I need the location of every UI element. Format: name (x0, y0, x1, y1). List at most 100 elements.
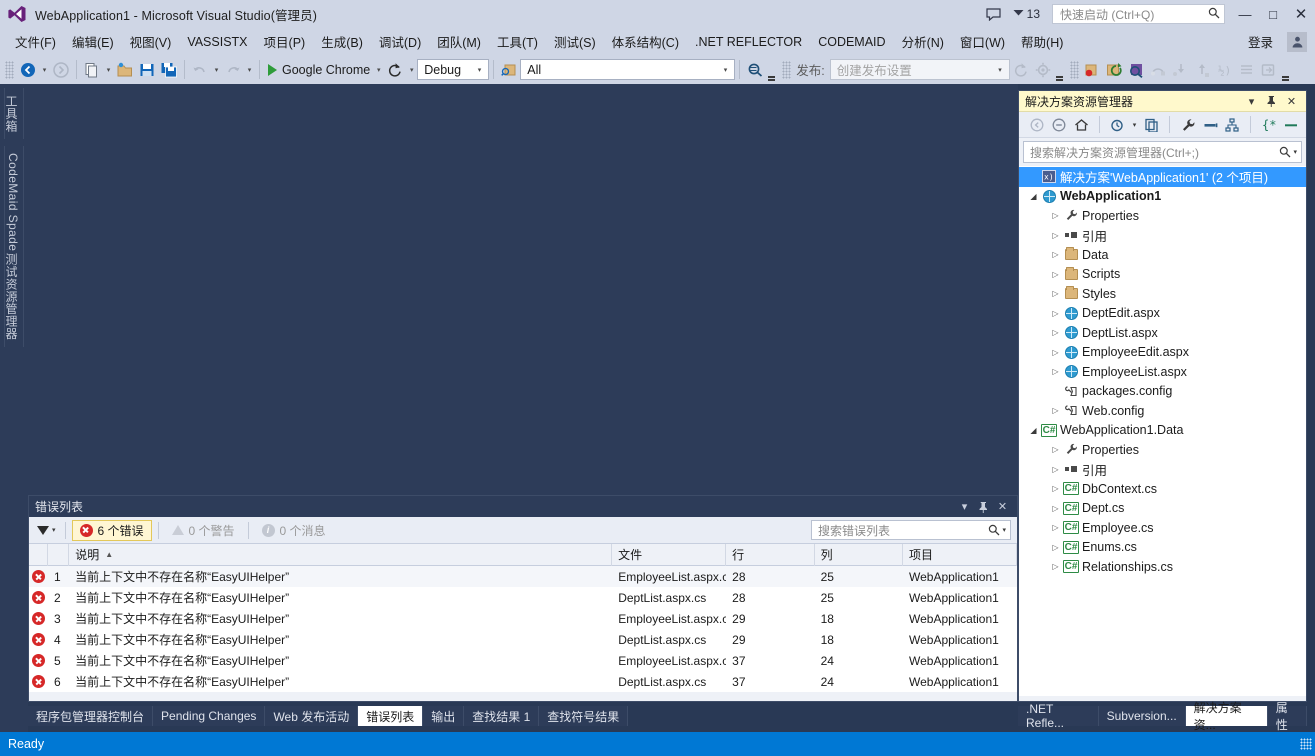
find-in-files-icon[interactable] (498, 59, 520, 81)
menu-item-analyze[interactable]: 分析(N) (894, 29, 952, 54)
tree-item-dept-cs[interactable]: ▷ C# Dept.cs (1019, 499, 1306, 519)
column-header-description[interactable]: 说明 ▲ (69, 543, 613, 566)
error-list-search-input[interactable]: 搜索错误列表 ▾ (811, 520, 1011, 540)
sign-in-button[interactable]: 登录 (1234, 32, 1287, 51)
column-header-line[interactable]: 行 (726, 543, 815, 566)
menu-item-architecture[interactable]: 体系结构(C) (604, 29, 687, 54)
sidebar-tab-test-explorer[interactable]: 测试资源管理器 (4, 246, 24, 347)
tree-twisty-collapsed[interactable]: ▷ (1049, 504, 1062, 513)
menu-item-help[interactable]: 帮助(H) (1013, 29, 1071, 54)
show-all-files-icon[interactable] (1200, 115, 1220, 135)
close-icon[interactable]: ✕ (1283, 93, 1300, 110)
tree-twisty-collapsed[interactable]: ▷ (1049, 289, 1062, 298)
quick-launch-input[interactable]: 快速启动 (Ctrl+Q) (1052, 4, 1225, 24)
tree-item-deptlist-aspx[interactable]: ▷ DeptList.aspx (1019, 323, 1306, 343)
new-project-caret-icon[interactable]: ▾ (103, 66, 114, 74)
restart-icon[interactable] (1104, 59, 1126, 81)
table-row[interactable]: 4 当前上下文中不存在名称“EasyUIHelper” DeptList.asp… (29, 629, 1017, 650)
tab-solution-explorer[interactable]: 解决方案资... (1185, 701, 1268, 732)
account-icon[interactable] (1287, 31, 1307, 52)
view-class-diagram-icon[interactable] (1222, 115, 1242, 135)
solution-configuration-select[interactable]: Debug ▾ (417, 59, 490, 80)
tree-item-styles-folder[interactable]: ▷ Styles (1019, 284, 1306, 304)
tree-item-data-folder[interactable]: ▷ Data (1019, 245, 1306, 265)
column-header-number[interactable] (48, 543, 70, 566)
sidebar-tab-codemaid-spade[interactable]: CodeMaid Spade (4, 146, 24, 259)
find-scope-select[interactable]: All ▾ (520, 59, 736, 80)
properties-wrench-icon[interactable] (1178, 115, 1198, 135)
table-row[interactable]: 5 当前上下文中不存在名称“EasyUIHelper” EmployeeList… (29, 650, 1017, 671)
tree-item-dbcontext-cs[interactable]: ▷ C# DbContext.cs (1019, 479, 1306, 499)
menu-item-dotnet-reflector[interactable]: .NET REFLECTOR (687, 32, 810, 52)
table-row[interactable]: 1 当前上下文中不存在名称“EasyUIHelper” EmployeeList… (29, 566, 1017, 587)
tree-item-employee-cs[interactable]: ▷ C# Employee.cs (1019, 518, 1306, 538)
pending-changes-icon[interactable] (1108, 115, 1128, 135)
start-debugging-button[interactable]: Google Chrome (264, 63, 373, 77)
menu-item-project[interactable]: 项目(P) (256, 29, 314, 54)
table-row[interactable]: 6 当前上下文中不存在名称“EasyUIHelper” DeptList.asp… (29, 671, 1017, 692)
close-icon[interactable]: ✕ (994, 498, 1011, 515)
menu-item-tools[interactable]: 工具(T) (489, 29, 546, 54)
warnings-filter-chip[interactable]: 0 个警告 (165, 520, 242, 541)
tree-twisty-collapsed[interactable]: ▷ (1049, 231, 1062, 240)
preview-selected-items-icon[interactable]: {*} (1259, 115, 1279, 135)
close-button[interactable]: ✕ (1287, 1, 1315, 27)
chevron-down-icon[interactable]: ▾ (956, 498, 973, 515)
tree-twisty-collapsed[interactable]: ▷ (1049, 445, 1062, 454)
open-file-icon[interactable] (114, 59, 136, 81)
tree-item-web-config[interactable]: ▷ Web.config (1019, 401, 1306, 421)
home-icon[interactable] (1071, 115, 1091, 135)
tab-output[interactable]: 输出 (423, 706, 465, 726)
tree-item-deptedit-aspx[interactable]: ▷ DeptEdit.aspx (1019, 304, 1306, 324)
navigate-back-caret-icon[interactable]: ▾ (39, 66, 50, 74)
tree-twisty-collapsed[interactable]: ▷ (1049, 211, 1062, 220)
table-row[interactable]: 3 当前上下文中不存在名称“EasyUIHelper” EmployeeList… (29, 608, 1017, 629)
debug-toolbar-overflow-button[interactable] (1280, 59, 1291, 81)
menu-item-view[interactable]: 视图(V) (122, 29, 180, 54)
tree-item-solution[interactable]: x) 解决方案'WebApplication1' (2 个项目) (1019, 167, 1306, 187)
tree-twisty-collapsed[interactable]: ▷ (1049, 348, 1062, 357)
navigate-back-icon[interactable] (17, 59, 39, 81)
tree-twisty-collapsed[interactable]: ▷ (1049, 406, 1062, 415)
refresh-caret-icon[interactable]: ▾ (406, 66, 417, 74)
tab-properties[interactable]: 属性 (1267, 701, 1308, 732)
tab-find-symbol-results[interactable]: 查找符号结果 (539, 706, 629, 726)
save-icon[interactable] (136, 59, 158, 81)
find-symbol-icon[interactable] (1126, 59, 1148, 81)
debug-toolbar-grip[interactable] (1069, 60, 1079, 79)
tree-twisty-collapsed[interactable]: ▷ (1049, 270, 1062, 279)
tab-pending-changes[interactable]: Pending Changes (153, 706, 266, 726)
toolbar-grip[interactable] (5, 60, 14, 79)
tab-find-results-1[interactable]: 查找结果 1 (464, 706, 540, 726)
pending-changes-caret-icon[interactable]: ▾ (1130, 115, 1139, 135)
menu-item-window[interactable]: 窗口(W) (952, 29, 1013, 54)
tree-twisty-collapsed[interactable]: ▷ (1049, 543, 1062, 552)
tree-twisty-collapsed[interactable]: ▷ (1049, 328, 1062, 337)
tree-item-employeelist-aspx[interactable]: ▷ EmployeeList.aspx (1019, 362, 1306, 382)
menu-item-build[interactable]: 生成(B) (313, 29, 371, 54)
column-header-file[interactable]: 文件 (612, 543, 727, 566)
tree-twisty-expanded[interactable]: ◢ (1027, 426, 1040, 435)
messages-filter-chip[interactable]: i 0 个消息 (255, 520, 333, 541)
tree-twisty-collapsed[interactable]: ▷ (1049, 250, 1062, 259)
resize-grip-icon[interactable] (1300, 738, 1312, 750)
tree-item-properties-web[interactable]: ▷ Properties (1019, 206, 1306, 226)
sidebar-tab-toolbox[interactable]: 工具箱 (4, 88, 24, 140)
tab-error-list[interactable]: 错误列表 (358, 706, 424, 726)
tree-twisty-collapsed[interactable]: ▷ (1049, 367, 1062, 376)
column-header-project[interactable]: 项目 (903, 543, 1017, 566)
new-project-icon[interactable] (81, 59, 103, 81)
tree-item-relationships-cs[interactable]: ▷ C# Relationships.cs (1019, 557, 1306, 577)
sync-with-active-document-icon[interactable] (1141, 115, 1161, 135)
solution-explorer-search-input[interactable]: 搜索解决方案资源管理器(Ctrl+;) ▾ (1023, 141, 1302, 163)
tree-item-references-web[interactable]: ▷ 引用 (1019, 226, 1306, 246)
column-header-severity[interactable] (29, 543, 48, 566)
start-debugging-caret-icon[interactable]: ▾ (373, 66, 384, 74)
tree-item-scripts-folder[interactable]: ▷ Scripts (1019, 265, 1306, 285)
menu-item-codemaid[interactable]: CODEMAID (810, 32, 893, 52)
tree-item-packages-config[interactable]: packages.config (1019, 382, 1306, 402)
tree-item-employeeedit-aspx[interactable]: ▷ EmployeeEdit.aspx (1019, 343, 1306, 363)
menu-item-vassistx[interactable]: VASSISTX (179, 32, 255, 52)
tab-subversion[interactable]: Subversion... (1098, 706, 1186, 726)
menu-item-test[interactable]: 测试(S) (546, 29, 604, 54)
